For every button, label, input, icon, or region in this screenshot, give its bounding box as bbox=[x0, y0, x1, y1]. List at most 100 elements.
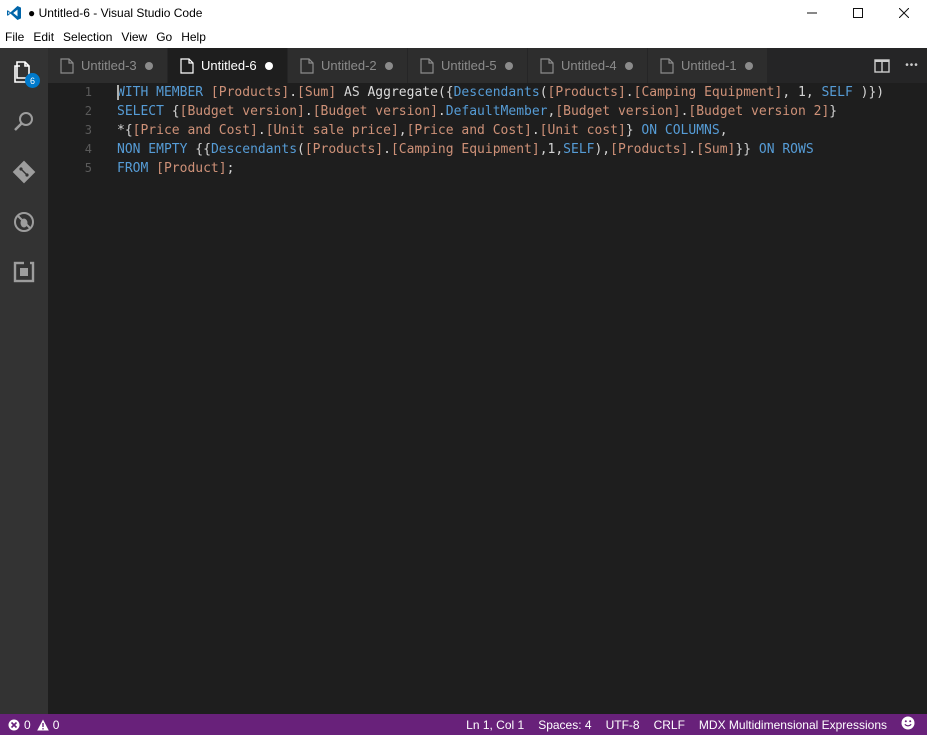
warning-count: 0 bbox=[52, 717, 60, 732]
status-right: Ln 1, Col 1 Spaces: 4 UTF-8 CRLF MDX Mul… bbox=[466, 714, 927, 735]
menu-go[interactable]: Go bbox=[153, 30, 175, 44]
feedback-button[interactable] bbox=[901, 716, 915, 733]
code-token: Aggregate bbox=[367, 85, 438, 100]
code-token: . bbox=[257, 123, 266, 138]
tab-untitled-3[interactable]: Untitled-3 bbox=[48, 48, 167, 83]
code-token: *{ bbox=[117, 123, 133, 138]
code-token: [Unit sale price] bbox=[265, 123, 399, 138]
problems-indicator[interactable]: 0 0 bbox=[0, 718, 59, 732]
code-line[interactable]: 5 FROM [Product]; bbox=[48, 159, 927, 178]
code-token: [Price and Cost] bbox=[406, 123, 532, 138]
line-number: 3 bbox=[84, 123, 92, 137]
title-bar: ● Untitled-6 - Visual Studio Code bbox=[0, 0, 927, 26]
line-code: SELECT {[Budget version].[Budget version… bbox=[117, 102, 837, 121]
tab-untitled-4[interactable]: Untitled-4 bbox=[528, 48, 647, 83]
code-token: ON ROWS bbox=[758, 142, 814, 157]
code-token: ), bbox=[594, 142, 611, 157]
code-token: SELF bbox=[821, 85, 853, 100]
menu-selection[interactable]: Selection bbox=[60, 30, 115, 44]
code-token: [Sum] bbox=[696, 142, 736, 157]
code-token: } bbox=[625, 123, 642, 138]
explorer-badge: 6 bbox=[25, 73, 40, 88]
unsaved-dot-icon[interactable] bbox=[745, 62, 753, 70]
code-token: [Unit cost] bbox=[539, 123, 626, 138]
debug-button[interactable] bbox=[0, 198, 48, 246]
code-token: [Budget version] bbox=[179, 104, 305, 119]
code-line[interactable]: 1 WITH MEMBER [Products].[Sum] AS Aggrega… bbox=[48, 83, 927, 102]
line-number: 5 bbox=[84, 161, 92, 175]
file-icon bbox=[540, 57, 554, 74]
tab-untitled-2[interactable]: Untitled-2 bbox=[288, 48, 407, 83]
code-token: , bbox=[398, 123, 407, 138]
menu-help[interactable]: Help bbox=[178, 30, 209, 44]
code-token: ( bbox=[539, 85, 548, 100]
status-bar: 0 0 Ln 1, Col 1 Spaces: 4 UTF-8 CRLF MDX… bbox=[0, 714, 927, 735]
code-token: SELECT bbox=[117, 104, 172, 119]
code-token: { bbox=[171, 104, 180, 119]
search-button[interactable] bbox=[0, 98, 48, 146]
unsaved-dot-icon[interactable] bbox=[385, 62, 393, 70]
unsaved-dot-icon[interactable] bbox=[265, 62, 273, 70]
language-mode[interactable]: MDX Multidimensional Expressions bbox=[699, 718, 887, 732]
code-token: DefaultMember bbox=[445, 104, 548, 119]
tab-label: Untitled-3 bbox=[81, 58, 137, 73]
git-icon bbox=[12, 160, 36, 184]
window-title: ● Untitled-6 - Visual Studio Code bbox=[28, 6, 203, 20]
code-token: ON COLUMNS bbox=[641, 123, 720, 138]
code-token: [Camping Equipment] bbox=[390, 142, 540, 157]
explorer-button[interactable]: 6 bbox=[0, 48, 48, 96]
code-token: [Budget version] bbox=[555, 104, 681, 119]
file-icon bbox=[420, 57, 434, 74]
code-line[interactable]: 2 SELECT {[Budget version].[Budget versio… bbox=[48, 102, 927, 121]
editor-tabs: Untitled-3 Untitled-6 Untitled-2 Untitle… bbox=[48, 48, 927, 83]
menu-edit[interactable]: Edit bbox=[30, 30, 57, 44]
line-number: 4 bbox=[84, 142, 92, 156]
code-token: ,1, bbox=[539, 142, 564, 157]
extensions-button[interactable] bbox=[0, 248, 48, 296]
line-ending[interactable]: CRLF bbox=[654, 718, 685, 732]
encoding[interactable]: UTF-8 bbox=[606, 718, 640, 732]
code-token: [Price and Cost] bbox=[132, 123, 258, 138]
split-editor-button[interactable] bbox=[867, 48, 897, 83]
tab-untitled-5[interactable]: Untitled-5 bbox=[408, 48, 527, 83]
code-token: [Budget version 2] bbox=[688, 104, 830, 119]
code-line[interactable]: 3 *{[Price and Cost].[Unit sale price],[P… bbox=[48, 121, 927, 140]
close-button[interactable] bbox=[881, 0, 927, 26]
code-token: [Products] bbox=[610, 142, 689, 157]
line-code: *{[Price and Cost].[Unit sale price],[Pr… bbox=[117, 121, 728, 140]
text-cursor bbox=[117, 85, 119, 100]
code-token: . bbox=[289, 85, 298, 100]
menu-bar: File Edit Selection View Go Help bbox=[0, 26, 927, 48]
unsaved-dot-icon[interactable] bbox=[145, 62, 153, 70]
code-token: } bbox=[829, 104, 838, 119]
tab-label: Untitled-6 bbox=[201, 58, 257, 73]
code-token: [Products] bbox=[210, 85, 290, 100]
code-token: Descendants bbox=[453, 85, 540, 100]
tab-label: Untitled-1 bbox=[681, 58, 737, 73]
activity-bar: 6 bbox=[0, 48, 48, 714]
code-token: ( bbox=[297, 142, 305, 157]
tab-untitled-1[interactable]: Untitled-1 bbox=[648, 48, 767, 83]
maximize-button[interactable] bbox=[835, 0, 881, 26]
unsaved-dot-icon[interactable] bbox=[625, 62, 633, 70]
tab-untitled-6[interactable]: Untitled-6 bbox=[168, 48, 287, 83]
code-editor[interactable]: 1 WITH MEMBER [Products].[Sum] AS Aggrega… bbox=[48, 83, 927, 714]
menu-view[interactable]: View bbox=[118, 30, 150, 44]
debug-icon bbox=[14, 212, 34, 232]
unsaved-dot-icon[interactable] bbox=[505, 62, 513, 70]
code-token: FROM bbox=[117, 161, 157, 176]
more-actions-button[interactable]: ••• bbox=[897, 48, 927, 83]
code-token: [Camping Equipment] bbox=[633, 85, 783, 100]
menu-file[interactable]: File bbox=[2, 30, 27, 44]
code-line[interactable]: 4 NON EMPTY {{Descendants([Products].[Cam… bbox=[48, 140, 927, 159]
source-control-button[interactable] bbox=[0, 148, 48, 196]
minimize-button[interactable] bbox=[789, 0, 835, 26]
code-token: [Product] bbox=[156, 161, 227, 176]
code-token: {{ bbox=[195, 142, 211, 157]
line-code: NON EMPTY {{Descendants([Products].[Camp… bbox=[117, 140, 814, 159]
cursor-position[interactable]: Ln 1, Col 1 bbox=[466, 718, 524, 732]
line-code: FROM [Product]; bbox=[117, 159, 234, 178]
indentation[interactable]: Spaces: 4 bbox=[538, 718, 591, 732]
code-token: . bbox=[304, 104, 313, 119]
tab-label: Untitled-2 bbox=[321, 58, 377, 73]
